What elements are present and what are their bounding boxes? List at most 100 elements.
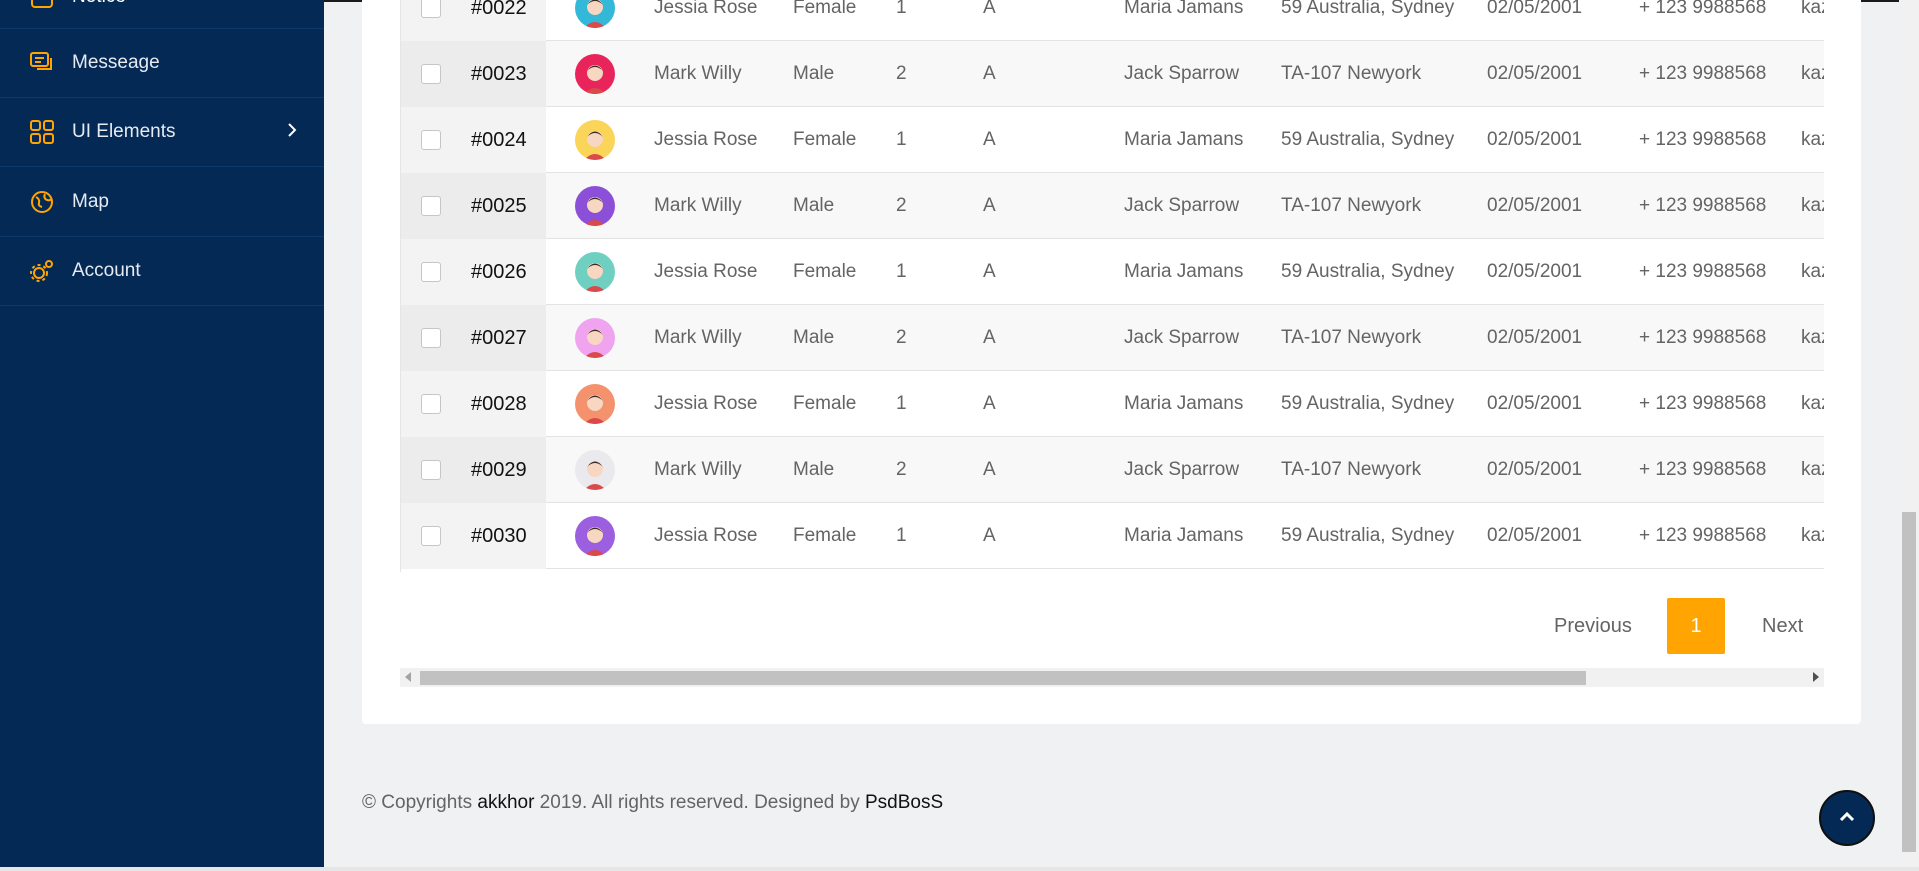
pagination-previous[interactable]: Previous: [1554, 598, 1632, 654]
student-section: A: [983, 525, 996, 546]
avatar: [575, 107, 615, 173]
table-row[interactable]: #0025 Mark Willy Male 2 A Jack Sparrow TA-107 …: [401, 173, 1824, 239]
student-address: 59 Australia, Sydney: [1281, 261, 1455, 282]
avatar: [575, 503, 615, 569]
student-id: #0025: [471, 194, 527, 217]
footer-brand-link[interactable]: akkhor: [477, 792, 534, 813]
row-checkbox[interactable]: [421, 460, 441, 480]
sidebar: Notice Messeage UI Elements Map Account: [0, 0, 324, 871]
student-address: 59 Australia, Sydney: [1281, 525, 1455, 546]
student-phone: + 123 9988568: [1639, 195, 1767, 216]
avatar-image: [575, 318, 615, 358]
user-avatar-icon: [584, 263, 606, 292]
student-gender: Female: [793, 129, 857, 150]
pagination-page-current[interactable]: 1: [1667, 598, 1725, 654]
table-row[interactable]: #0027 Mark Willy Male 2 A Jack Sparrow TA-107 …: [401, 305, 1824, 371]
student-phone: + 123 9988568: [1639, 0, 1767, 18]
user-avatar-icon: [584, 197, 606, 226]
student-section: A: [983, 63, 996, 84]
avatar-image: [575, 516, 615, 556]
avatar-image: [575, 120, 615, 160]
table-horizontal-scrollbar[interactable]: [400, 668, 1824, 687]
student-section: A: [983, 195, 996, 216]
sidebar-item-account[interactable]: Account: [0, 237, 324, 306]
table-row[interactable]: #0029 Mark Willy Male 2 A Jack Sparrow TA-107 …: [401, 437, 1824, 503]
student-parent: Maria Jamans: [1124, 393, 1244, 414]
student-section: A: [983, 0, 996, 18]
student-phone: + 123 9988568: [1639, 459, 1767, 480]
student-dob: 02/05/2001: [1487, 459, 1583, 480]
page-vertical-scrollbar[interactable]: [1899, 0, 1919, 871]
row-checkbox[interactable]: [421, 526, 441, 546]
student-phone: + 123 9988568: [1639, 393, 1767, 414]
student-address: TA-107 Newyork: [1281, 63, 1422, 84]
student-dob: 02/05/2001: [1487, 63, 1583, 84]
student-parent: Jack Sparrow: [1124, 327, 1240, 348]
row-checkbox[interactable]: [421, 64, 441, 84]
student-gender: Female: [793, 525, 857, 546]
student-email: kazifah: [1801, 0, 1824, 18]
scroll-left-arrow-icon[interactable]: [405, 672, 411, 682]
student-section: A: [983, 393, 996, 414]
avatar: [575, 305, 615, 371]
table-row[interactable]: #0022 Jessia Rose Female 1 A Maria Jamans 59 A…: [401, 0, 1824, 41]
student-address: 59 Australia, Sydney: [1281, 129, 1455, 150]
footer-designer-link[interactable]: PsdBosS: [865, 792, 943, 813]
row-checkbox[interactable]: [421, 262, 441, 282]
student-phone: + 123 9988568: [1639, 525, 1767, 546]
student-phone: + 123 9988568: [1639, 63, 1767, 84]
sidebar-item-label: Account: [72, 260, 141, 281]
table-row[interactable]: #0030 Jessia Rose Female 1 A Maria Jamans 59 A…: [401, 503, 1824, 569]
student-name: Jessia Rose: [654, 261, 758, 282]
student-phone: + 123 9988568: [1639, 261, 1767, 282]
student-class: 2: [896, 327, 907, 348]
student-email: kazifah: [1801, 327, 1824, 348]
student-name: Jessia Rose: [654, 393, 758, 414]
avatar-image: [575, 186, 615, 226]
table-row[interactable]: #0024 Jessia Rose Female 1 A Maria Jamans 59 A…: [401, 107, 1824, 173]
table-row[interactable]: #0026 Jessia Rose Female 1 A Maria Jamans 59 A…: [401, 239, 1824, 305]
avatar-image: [575, 0, 615, 28]
avatar: [575, 173, 615, 239]
scroll-right-arrow-icon[interactable]: [1813, 672, 1819, 682]
chevron-up-icon: [1838, 809, 1856, 827]
sidebar-item-message[interactable]: Messeage: [0, 29, 324, 98]
scroll-to-top-button[interactable]: [1819, 790, 1875, 846]
student-class: 2: [896, 63, 907, 84]
row-checkbox[interactable]: [421, 0, 441, 18]
row-checkbox[interactable]: [421, 328, 441, 348]
map-icon: [28, 188, 56, 216]
scrollbar-thumb[interactable]: [1902, 512, 1916, 852]
sidebar-item-notice[interactable]: Notice: [0, 0, 324, 29]
student-parent: Maria Jamans: [1124, 0, 1244, 18]
student-gender: Female: [793, 393, 857, 414]
student-phone: + 123 9988568: [1639, 129, 1767, 150]
user-avatar-icon: [584, 461, 606, 490]
students-table[interactable]: #0022 Jessia Rose Female 1 A Maria Jamans 59 A…: [400, 0, 1824, 572]
row-checkbox[interactable]: [421, 196, 441, 216]
student-address: TA-107 Newyork: [1281, 195, 1422, 216]
scrollbar-thumb[interactable]: [420, 671, 1586, 685]
student-dob: 02/05/2001: [1487, 0, 1583, 18]
student-email: kazifah: [1801, 393, 1824, 414]
sidebar-item-map[interactable]: Map: [0, 168, 324, 237]
student-parent: Jack Sparrow: [1124, 459, 1240, 480]
student-name: Jessia Rose: [654, 129, 758, 150]
avatar: [575, 371, 615, 437]
row-checkbox[interactable]: [421, 130, 441, 150]
avatar: [575, 239, 615, 305]
user-avatar-icon: [584, 65, 606, 94]
student-address: TA-107 Newyork: [1281, 327, 1422, 348]
student-dob: 02/05/2001: [1487, 393, 1583, 414]
table-row[interactable]: #0023 Mark Willy Male 2 A Jack Sparrow TA-107 …: [401, 41, 1824, 107]
pagination-next[interactable]: Next: [1762, 598, 1803, 654]
student-id: #0024: [471, 128, 527, 151]
avatar-image: [575, 450, 615, 490]
footer-copyright: © Copyrights akkhor 2019. All rights res…: [362, 792, 943, 814]
student-dob: 02/05/2001: [1487, 525, 1583, 546]
student-class: 1: [896, 393, 907, 414]
table-row[interactable]: #0028 Jessia Rose Female 1 A Maria Jamans 59 A…: [401, 371, 1824, 437]
student-id: #0030: [471, 524, 527, 547]
row-checkbox[interactable]: [421, 394, 441, 414]
sidebar-item-ui-elements[interactable]: UI Elements: [0, 98, 324, 167]
